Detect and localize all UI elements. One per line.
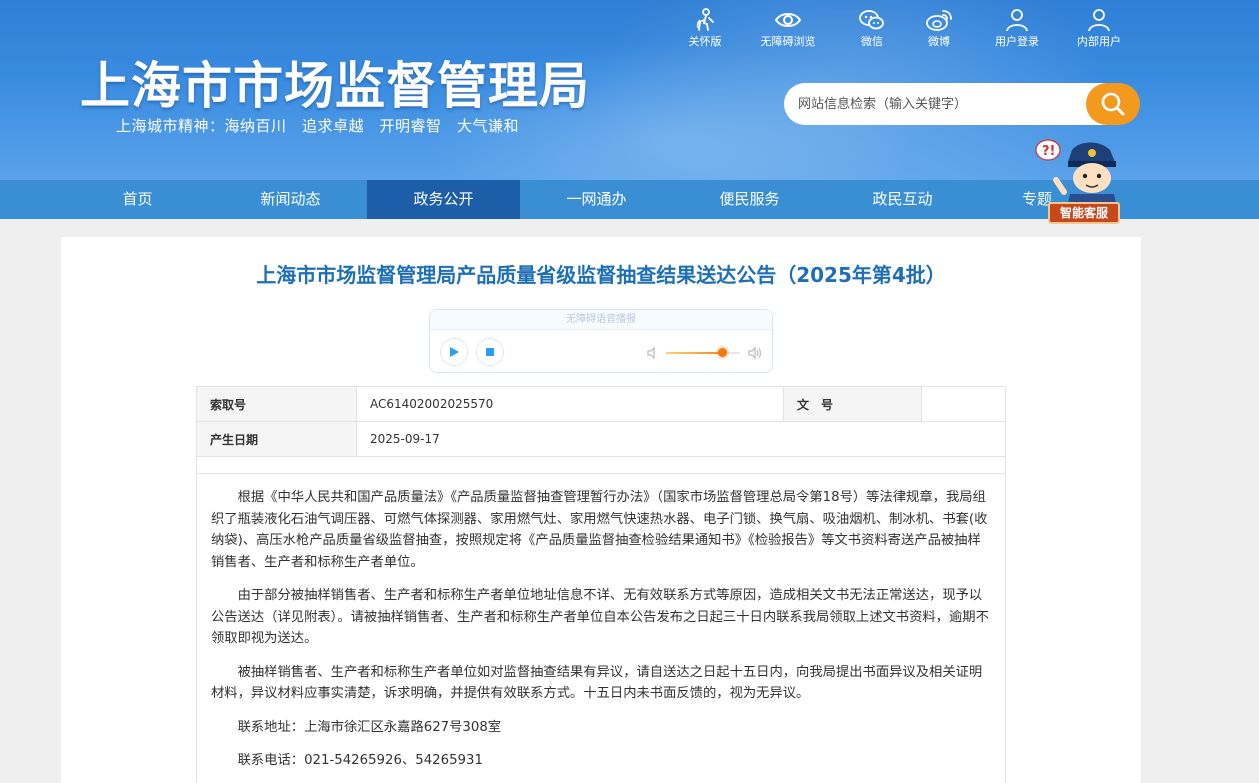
search-input[interactable] xyxy=(784,83,1114,125)
nav-item-online-services[interactable]: 一网通办 xyxy=(520,180,673,219)
contact-phone: 联系电话：021-54265926、54265931 xyxy=(237,753,483,768)
contact-address: 联系地址：上海市徐汇区永嘉路627号308室 xyxy=(237,719,502,735)
toplink-internal-user[interactable]: 内部用户 xyxy=(1064,8,1134,49)
metadata-spacer-row xyxy=(196,456,1006,474)
smart-customer-service[interactable]: ?! 智能客服 xyxy=(1030,132,1130,227)
document-metadata-table: 索取号 AC61402002025570 文 号 产生日期 2025-09-17 xyxy=(196,386,1006,474)
nav-item-government-affairs[interactable]: 政务公开 xyxy=(367,180,520,219)
toplink-label: 无障碍浏览 xyxy=(760,35,816,48)
volume-knob[interactable] xyxy=(717,348,727,357)
police-mascot-icon: ?! xyxy=(1035,139,1118,212)
svg-text:?!: ?! xyxy=(1042,144,1055,159)
elder-care-icon xyxy=(696,8,714,31)
toplink-elder-care[interactable]: 关怀版 xyxy=(670,8,740,49)
user-icon xyxy=(1088,9,1110,32)
article-title: 上海市市场监督管理局产品质量省级监督抽查结果送达公告（2025年第4批） xyxy=(256,263,946,287)
site-search xyxy=(784,83,1140,125)
user-icon xyxy=(1006,9,1028,32)
audio-player-header: 无障碍语音播报 xyxy=(430,310,772,330)
metadata-spacer xyxy=(196,456,1006,474)
metadata-row: 产生日期 2025-09-17 xyxy=(196,421,1006,457)
toplink-label: 内部用户 xyxy=(1077,35,1121,48)
smart-customer-service-label: 智能客服 xyxy=(1048,202,1120,224)
toplink-wechat[interactable]: 微信 xyxy=(837,8,907,49)
stop-icon xyxy=(486,348,494,356)
audio-player: 无障碍语音播报 xyxy=(429,309,773,373)
toplink-weibo[interactable]: 微博 xyxy=(904,8,974,49)
toplink-label: 微博 xyxy=(928,35,950,48)
nav-item-home[interactable]: 首页 xyxy=(61,180,214,219)
article-paragraph: 根据《中华人民共和国产品质量法》《产品质量监督抽查管理暂行办法》（国家市场监督管… xyxy=(211,490,988,570)
article-paragraph: 由于部分被抽样销售者、生产者和标称生产者单位地址信息不详、无有效联系方式等原因，… xyxy=(211,588,989,646)
search-button[interactable] xyxy=(1086,83,1140,125)
play-icon xyxy=(450,347,459,357)
nav-item-news[interactable]: 新闻动态 xyxy=(214,180,367,219)
toplink-label: 用户登录 xyxy=(995,35,1039,48)
created-date-label: 产生日期 xyxy=(196,421,357,457)
toplink-accessibility[interactable]: 无障碍浏览 xyxy=(753,8,823,49)
weibo-icon xyxy=(926,10,952,31)
index-number-label: 索取号 xyxy=(196,386,357,422)
city-slogan: 上海城市精神：海纳百川 追求卓越 开明睿智 大气谦和 xyxy=(116,117,520,135)
volume-slider[interactable] xyxy=(666,348,740,357)
stop-button[interactable] xyxy=(476,338,504,366)
document-number-label: 文 号 xyxy=(783,386,922,422)
search-icon xyxy=(1101,92,1125,116)
play-button[interactable] xyxy=(440,338,468,366)
volume-level xyxy=(666,352,722,354)
wechat-icon xyxy=(859,10,884,30)
article-body: 根据《中华人民共和国产品质量法》《产品质量监督抽查管理暂行办法》（国家市场监督管… xyxy=(196,473,1006,783)
nav-item-interaction[interactable]: 政民互动 xyxy=(826,180,979,219)
article-paragraph: 被抽样销售者、生产者和标称生产者单位如对监督抽查结果有异议，请自送达之日起十五日… xyxy=(211,664,983,702)
metadata-row: 索取号 AC61402002025570 文 号 xyxy=(196,386,1006,422)
site-title[interactable]: 上海市市场监督管理局 xyxy=(80,46,590,118)
toplink-label: 微信 xyxy=(861,35,883,48)
article-container: 上海市市场监督管理局产品质量省级监督抽查结果送达公告（2025年第4批） 无障碍… xyxy=(61,237,1141,783)
volume-low-icon[interactable] xyxy=(646,346,660,360)
toplink-user-login[interactable]: 用户登录 xyxy=(982,8,1052,49)
created-date-value: 2025-09-17 xyxy=(356,421,1006,457)
volume-high-icon[interactable] xyxy=(748,346,762,360)
eye-icon xyxy=(774,13,802,27)
nav-item-public-services[interactable]: 便民服务 xyxy=(673,180,826,219)
toplink-label: 关怀版 xyxy=(688,35,722,48)
index-number-value: AC61402002025570 xyxy=(356,386,784,422)
document-number-value xyxy=(921,386,1006,422)
